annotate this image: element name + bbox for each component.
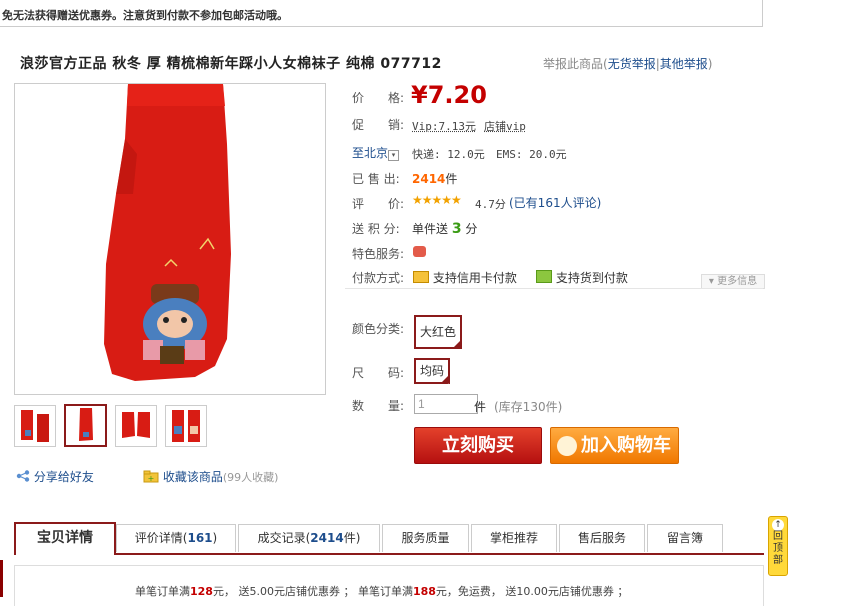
rating-reviews-link[interactable]: (已有161人评论) — [509, 194, 601, 211]
service-label: 特色服务: — [352, 245, 404, 262]
detail-tabs: 宝贝详情 评价详情(161) 成交记录(2414件) 服务质量 掌柜推荐 售后服… — [14, 523, 764, 555]
size-label: 尺 码: — [352, 364, 404, 381]
sold-count: 2414 — [412, 172, 445, 186]
sold-value: 2414件 — [412, 170, 457, 187]
cash-on-delivery-icon — [536, 270, 552, 283]
tab-transactions-count: 2414 — [310, 531, 343, 545]
qty-label: 数 量: — [352, 397, 404, 414]
color-option-selected[interactable]: 大红色 — [414, 315, 462, 349]
report-label: 举报此商品 — [543, 57, 603, 71]
promo-label: 促 销: — [352, 116, 404, 133]
svg-text:+: + — [148, 474, 155, 483]
report-other-link[interactable]: 其他举报 — [660, 57, 708, 71]
sold-label: 已 售 出: — [352, 170, 400, 187]
credit-card-icon — [413, 271, 429, 283]
left-edge-stripe — [0, 560, 3, 597]
buy-now-button[interactable]: 立刻购买 — [414, 427, 542, 464]
report-out-of-stock-link[interactable]: 无货举报 — [608, 57, 656, 71]
add-to-cart-label: 加入购物车 — [581, 428, 671, 463]
tab-guestbook[interactable]: 留言簿 — [647, 524, 723, 552]
promo-vip-price[interactable]: Vip:7.13元 — [412, 118, 476, 134]
pay-card-label: 支持信用卡付款 — [433, 271, 517, 285]
back-to-top-label: 回顶部 — [773, 531, 783, 566]
quantity-input[interactable] — [414, 394, 478, 414]
tab-reviews[interactable]: 评价详情(161) — [116, 524, 236, 552]
selected-check-icon — [452, 339, 462, 349]
sold-unit: 件 — [445, 172, 457, 186]
promo-text-2: 元， 送5.00元店铺优惠券 ； 单笔订单满 — [213, 585, 413, 598]
add-to-cart-button[interactable]: 加入购物车 — [550, 427, 679, 464]
thumbnail-1[interactable] — [14, 405, 56, 447]
arrow-up-icon: ↑ — [772, 519, 784, 531]
qty-unit: 件 — [474, 398, 486, 415]
price-value: ¥7.20 — [411, 81, 487, 109]
promo-text-3: 元，免运费， 送10.00元店铺优惠券 ； — [436, 585, 628, 598]
price-label: 价 格: — [352, 89, 404, 106]
ship-ems: EMS: 20.0元 — [496, 146, 567, 162]
tab-service-quality[interactable]: 服务质量 — [382, 524, 469, 552]
rating-stars-icon: ★★★★★ — [412, 193, 461, 207]
pay-cod: 支持货到付款 — [536, 269, 628, 286]
tab-reviews-count: 161 — [187, 531, 212, 545]
notice-text: 免无法获得赠送优惠券。注意货到付款不参加包邮活动哦。 — [2, 7, 288, 23]
thumbnail-4[interactable] — [165, 405, 207, 447]
report-links: 举报此商品(无货举报|其他举报) — [543, 55, 712, 72]
stock-count: (库存130件) — [494, 398, 562, 415]
sock-image — [15, 84, 325, 394]
promo-text-1: 单笔订单满 — [135, 585, 190, 598]
main-product-image[interactable] — [14, 83, 326, 395]
promo-threshold-2: 188 — [413, 585, 436, 598]
rating-score: 4.7分 — [475, 196, 506, 212]
details-divider — [345, 288, 763, 289]
pay-cod-label: 支持货到付款 — [556, 271, 628, 285]
favorite-label: 收藏该商品 — [163, 470, 223, 484]
pay-label: 付款方式: — [352, 269, 404, 286]
tab-transactions-tail: 件) — [344, 531, 361, 545]
favorite-link[interactable]: + 收藏该商品(99人收藏) — [143, 468, 278, 485]
points-label: 送 积 分: — [352, 220, 400, 237]
color-label: 颜色分类: — [352, 320, 404, 337]
ship-express: 快递: 12.0元 — [412, 146, 485, 162]
share-link[interactable]: 分享给好友 — [16, 468, 94, 485]
points-text: 单件送 — [412, 222, 448, 236]
cartoon-patch — [143, 284, 207, 364]
thumbnail-2-selected[interactable] — [64, 404, 107, 447]
tab-product-details[interactable]: 宝贝详情 — [14, 522, 116, 555]
share-label: 分享给好友 — [34, 470, 94, 484]
tab-transactions[interactable]: 成交记录(2414件) — [238, 524, 380, 552]
selected-check-icon — [440, 374, 450, 384]
back-to-top-button[interactable]: ↑ 回顶部 — [768, 516, 788, 576]
tab-reviews-label: 评价详情( — [135, 531, 188, 545]
promo-threshold-1: 128 — [190, 585, 213, 598]
rating-label: 评 价: — [352, 195, 404, 212]
favorite-count: (99人收藏) — [223, 471, 279, 484]
thumbnail-3[interactable] — [115, 405, 157, 447]
favorite-folder-icon: + — [143, 470, 159, 483]
cart-icon — [557, 436, 577, 456]
promo-shop-vip[interactable]: 店铺vip — [484, 118, 526, 134]
points-unit: 分 — [465, 222, 477, 236]
ship-destination-label: 至北京 — [352, 146, 388, 160]
product-title: 浪莎官方正品 秋冬 厚 精梳棉新年踩小人女棉袜子 纯棉 077712 — [20, 53, 442, 73]
size-option-selected[interactable]: 均码 — [414, 358, 450, 384]
more-info-label: 更多信息 — [717, 276, 757, 287]
pay-credit-card: 支持信用卡付款 — [413, 269, 517, 286]
color-option-label: 大红色 — [420, 325, 456, 339]
service-badge-icon[interactable] — [413, 246, 426, 257]
ship-destination[interactable]: 至北京 ▾ — [352, 144, 399, 161]
points-number: 3 — [452, 221, 462, 237]
share-icon — [16, 470, 30, 482]
tab-shop-recommend[interactable]: 掌柜推荐 — [471, 524, 557, 552]
tab-after-sales[interactable]: 售后服务 — [559, 524, 645, 552]
more-info-toggle[interactable]: ▾ 更多信息 — [701, 274, 765, 289]
tab-transactions-label: 成交记录( — [258, 531, 311, 545]
tab-reviews-tail: ) — [213, 531, 218, 545]
points-value: 单件送 3 分 — [412, 220, 477, 237]
top-notice-bar: 免无法获得赠送优惠券。注意货到付款不参加包邮活动哦。 — [0, 0, 763, 27]
dropdown-icon: ▾ — [388, 150, 399, 161]
